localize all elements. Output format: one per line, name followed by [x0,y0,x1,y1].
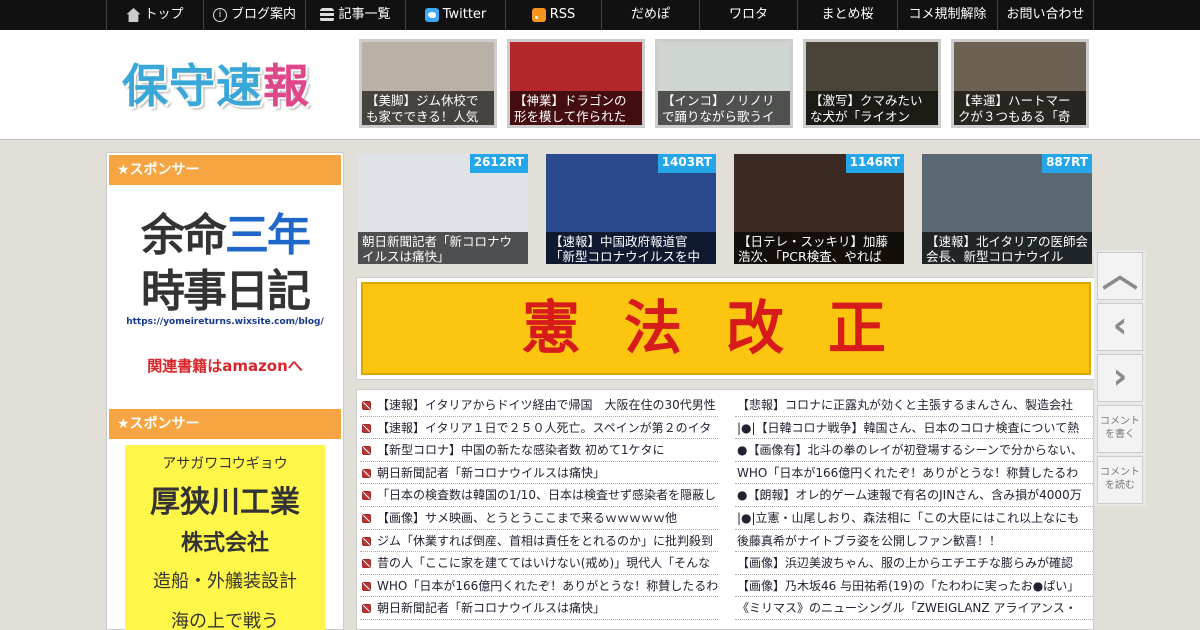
chevron-right-icon: › [1112,356,1128,397]
constitution-banner[interactable]: 憲法改正 [356,277,1096,380]
nav-top[interactable]: トップ [106,0,204,30]
nav-warota[interactable]: ワロタ [700,0,798,30]
banner-text: 憲法改正 [361,282,1091,375]
header-thumb[interactable]: 【美脚】ジム休校でも家でできる！人気 [359,39,497,128]
site-logo[interactable]: 保守速報 [122,50,310,116]
news-item[interactable]: WHO「日本が166億円くれたぞ！ありがとうな！称賛したるわ [735,462,1093,485]
news-item[interactable]: 後藤真希がナイトブラ姿を公開しファン歓喜！！ [735,530,1093,553]
page-up-button[interactable]: ︿ [1097,252,1143,300]
ad-amazon-link[interactable]: 関連書籍はamazonへ [109,355,341,376]
home-icon [126,8,141,22]
news-item[interactable]: |●|立憲・山尾しおり、森法相に「この大臣にはこれ以上なにも [735,507,1093,530]
list-icon [320,8,335,22]
news-item[interactable]: 【画像】浜辺美波ちゃん、服の上からエチエチな膨らみが確認 [735,552,1093,575]
news-item[interactable]: 「日本の検査数は韓国の1/10、日本は検査せず感染者を隠蔽し [360,484,718,507]
header-thumb[interactable]: 【幸運】ハートマークが３つもある「奇 [951,39,1089,128]
nav-blog-guide[interactable]: i ブログ案内 [204,0,306,30]
chevron-left-icon: ‹ [1112,305,1128,346]
news-item[interactable]: 【画像】乃木坂46 与田祐希(19)の「たわわに実ったお●ぱい」 [735,575,1093,598]
nav-contact[interactable]: お問い合わせ [998,0,1094,30]
sidebar: ★スポンサー 余命三年 時事日記 https://yomeireturns.wi… [106,152,344,630]
news-item[interactable]: 《ミリマス》のニューシングル「ZWEIGLANZ アライアンス・ [735,597,1093,620]
news-item[interactable]: 朝日新聞記者「新コロナウイルスは痛快」 [360,462,718,485]
nav-matome-sakura[interactable]: まとめ桜 [798,0,898,30]
info-icon: i [212,8,227,22]
header-thumb[interactable]: 【激写】クマみたいな犬が「ライオン [803,39,941,128]
next-button[interactable]: › [1097,354,1143,402]
news-item[interactable]: 【画像】サメ映画、とうとうここまで来るｗｗｗｗｗ他 [360,507,718,530]
previous-button[interactable]: ‹ [1097,303,1143,351]
news-item[interactable]: ●【朗報】オレ的ゲーム速報で有名のJINさん、含み損が4000万 [735,484,1093,507]
news-item[interactable]: 【悲報】コロナに正露丸が効くと主張するまんさん、製造会社 [735,394,1093,417]
nav-article-list[interactable]: 記事一覧 [306,0,406,30]
rt-count-badge: 1146RT [845,154,904,173]
read-comment-button[interactable]: コメントを読む [1097,456,1143,504]
news-item[interactable]: ●【画像有】北斗の拳のレイが初登場するシーンで分からない、 [735,439,1093,462]
twitter-icon [424,8,439,22]
top-navigation: トップ i ブログ案内 記事一覧 Twitter RSS だめぽ ワロタ まとめ桜… [0,0,1200,30]
news-item[interactable]: 【速報】イタリアからドイツ経由で帰国 大阪在住の30代男性 [360,394,718,417]
ad-company-name: 厚狭川工業 [150,485,300,520]
rt-count-badge: 2612RT [469,154,528,173]
news-item[interactable]: 昔の人「ここに家を建ててはいけない(戒め)」現代人「そんな [360,552,718,575]
rt-card[interactable]: 887RT 【速報】北イタリアの医師会会長、新型コロナウイル [922,154,1092,264]
rt-card[interactable]: 1403RT 【速報】中国政府報道官「新型コロナウイルスを中 [546,154,716,264]
sponsor-heading: ★スポンサー [109,155,341,185]
nav-twitter[interactable]: Twitter [406,0,506,30]
nav-damepo[interactable]: だめぽ [602,0,700,30]
news-column-right: 【悲報】コロナに正露丸が効くと主張するまんさん、製造会社 |●|【日韓コロナ戦争】… [735,394,1093,620]
ad-company-type: 株式会社 [180,531,269,556]
ad-title-line1: 余命三年 [141,210,311,261]
news-item[interactable]: ジム「休業すれば倒産、首相は責任をとれるのか」に批判殺到 [360,530,718,553]
rt-count-badge: 1403RT [657,154,716,173]
header-thumb[interactable]: 【神業】ドラゴンの形を模して作られた [507,39,645,128]
chevron-up-icon: ︿ [1101,254,1138,295]
ad-url: https://yomeireturns.wixsite.com/blog/ [126,317,324,327]
ad-tagline: 海の上で戦う [171,611,279,630]
rt-count-badge: 887RT [1042,154,1092,173]
news-item[interactable]: 朝日新聞記者「新コロナウイルスは痛快」 [360,597,718,620]
nav-comment-unblock[interactable]: コメ規制解除 [898,0,998,30]
rt-card[interactable]: 1146RT 【日テレ・スッキリ】加藤浩次、「PCR検査、やれば [734,154,904,264]
rss-icon [531,8,546,22]
sponsor-ad-asagawa[interactable]: アサガワコウギョウ 厚狭川工業 株式会社 造船・外艤装設計 海の上で戦う [125,445,325,630]
news-item[interactable]: 【速報】イタリア１日で２５０人死亡。スペインが第２のイタ [360,417,718,440]
news-item[interactable]: |●|【日韓コロナ戦争】韓国さん、日本のコロナ検査について熱 [735,417,1093,440]
nav-rss[interactable]: RSS [506,0,602,30]
rt-card[interactable]: 2612RT 朝日新聞記者「新コロナウイルスは痛快」 [358,154,528,264]
news-item[interactable]: 【新型コロナ】中国の新たな感染者数 初めて1ケタに [360,439,718,462]
news-list: 【速報】イタリアからドイツ経由で帰国 大阪在住の30代男性 【速報】イタリア１日で… [356,389,1094,630]
header-thumb[interactable]: 【インコ】ノリノリで踊りながら歌うイ [655,39,793,128]
write-comment-button[interactable]: コメントを書く [1097,405,1143,453]
ad-business: 造船・外艤装設計 [153,571,297,592]
sponsor-ad-yomei[interactable]: 余命三年 時事日記 https://yomeireturns.wixsite.c… [109,187,341,397]
ad-title-line2: 時事日記 [141,266,311,317]
sponsor-heading: ★スポンサー [109,409,341,439]
news-item[interactable]: WHO「日本が166億円くれたぞ！ありがとうな！称賛したるわ [360,575,718,598]
site-header: 保守速報 【美脚】ジム休校でも家でできる！人気 【神業】ドラゴンの形を模して作ら… [0,30,1200,140]
news-column-left: 【速報】イタリアからドイツ経由で帰国 大阪在住の30代男性 【速報】イタリア１日で… [360,394,718,620]
ad-company-kana: アサガワコウギョウ [162,456,288,472]
